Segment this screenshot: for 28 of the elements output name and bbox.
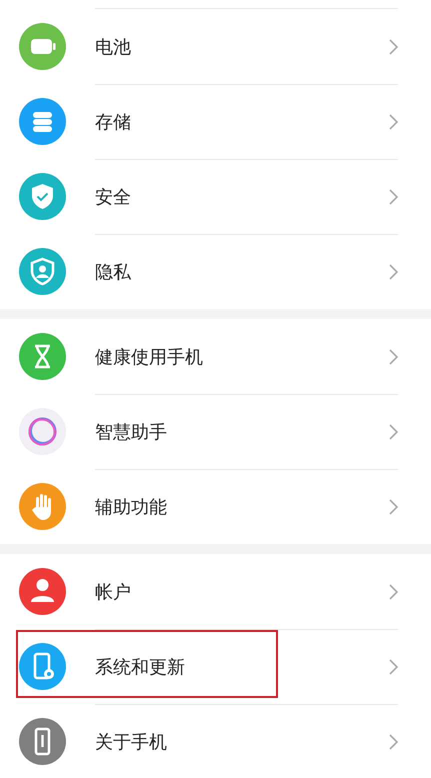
- chevron-right-icon: [389, 38, 398, 54]
- settings-row[interactable]: 系统和更新: [0, 629, 431, 704]
- chevron-right-icon: [389, 264, 398, 280]
- chevron-right-icon: [389, 189, 398, 205]
- settings-label: 安全: [95, 186, 132, 209]
- settings-label: 系统和更新: [95, 656, 186, 679]
- chevron-right-icon: [389, 424, 398, 440]
- chevron-right-icon: [389, 584, 398, 600]
- settings-label: 智慧助手: [95, 421, 168, 444]
- settings-row[interactable]: 健康使用手机: [0, 319, 431, 394]
- settings-label: 健康使用手机: [95, 346, 204, 368]
- settings-label: 帐户: [95, 580, 132, 604]
- settings-row[interactable]: 存储: [0, 84, 431, 159]
- settings-row[interactable]: 关于手机: [0, 704, 431, 778]
- settings-label: 存储: [95, 111, 132, 134]
- settings-row[interactable]: 帐户: [0, 554, 431, 629]
- chevron-right-icon: [389, 499, 398, 515]
- settings-row[interactable]: 安全: [0, 159, 431, 234]
- chevron-right-icon: [389, 659, 398, 675]
- settings-label: 电池: [95, 36, 132, 58]
- chevron-right-icon: [389, 348, 398, 364]
- settings-label: 辅助功能: [95, 496, 168, 519]
- settings-row[interactable]: 智慧助手: [0, 394, 431, 469]
- chevron-right-icon: [389, 734, 398, 750]
- settings-label: 关于手机: [95, 731, 168, 754]
- settings-row[interactable]: 电池: [0, 9, 431, 84]
- chevron-right-icon: [389, 114, 398, 130]
- settings-label: 隐私: [95, 261, 132, 284]
